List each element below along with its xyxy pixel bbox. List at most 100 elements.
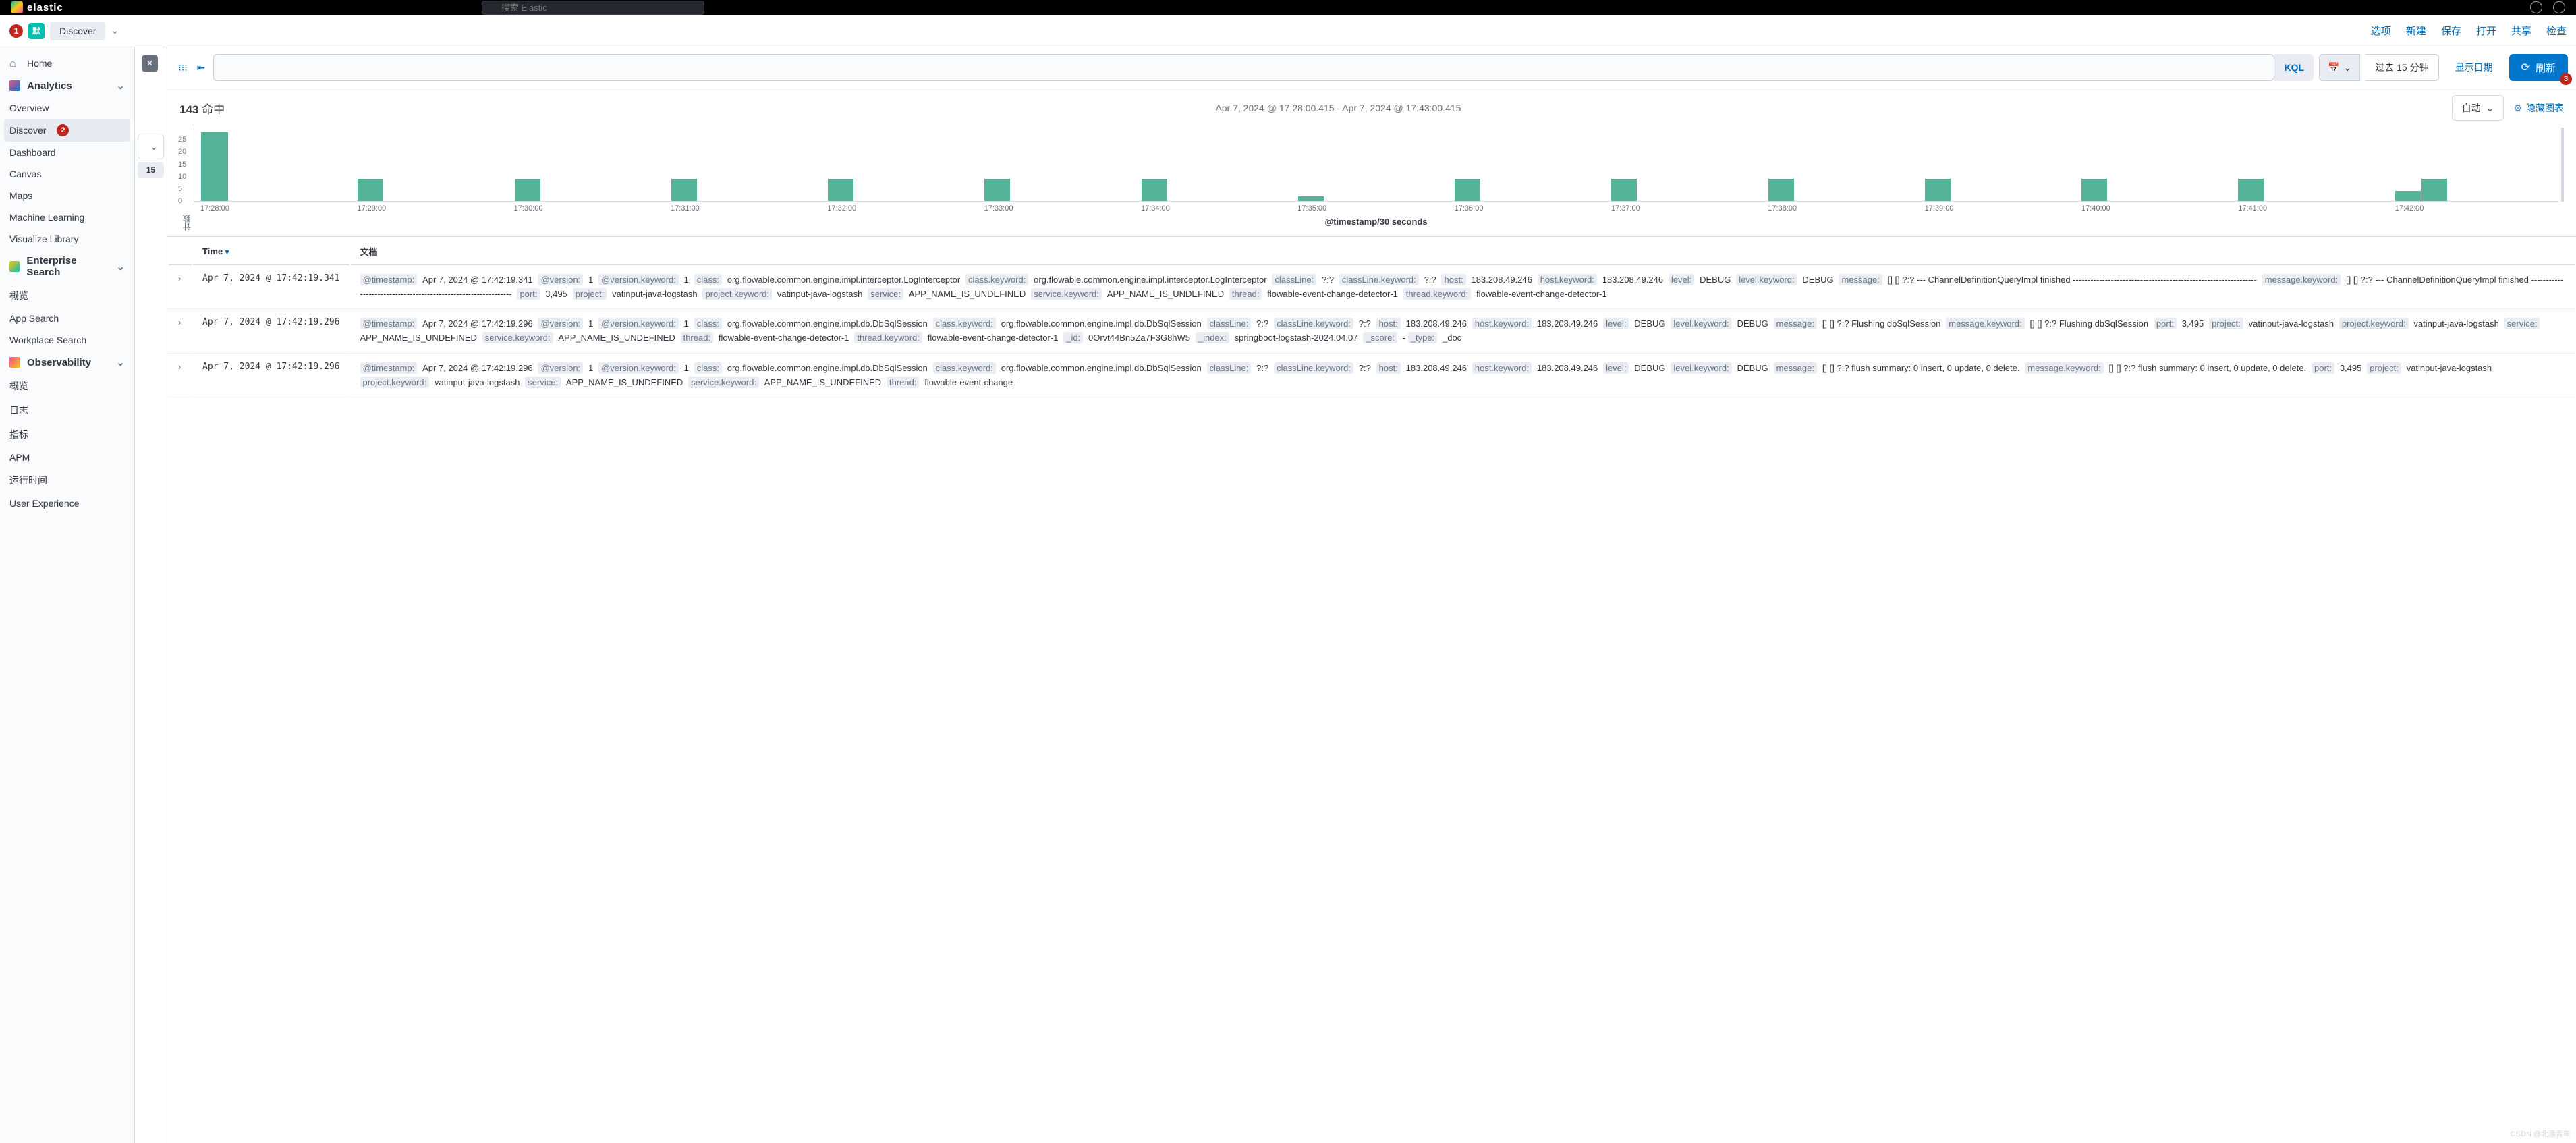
show-dates-link[interactable]: 显示日期: [2444, 61, 2504, 74]
sidebar-item-指标[interactable]: 指标: [0, 422, 134, 447]
breadcrumb-current[interactable]: Discover: [50, 22, 105, 40]
refresh-button[interactable]: 刷新 3: [2509, 54, 2568, 81]
hits-bar: 143 命中 Apr 7, 2024 @ 17:28:00.415 - Apr …: [167, 88, 2576, 128]
sort-desc-icon: ▾: [225, 248, 229, 256]
sidebar-item-概览[interactable]: 概览: [0, 374, 134, 398]
page-actions: 选项 新建 保存 打开 共享 检查: [2371, 24, 2567, 38]
refresh-label: 刷新: [2536, 61, 2556, 75]
action-保存[interactable]: 保存: [2441, 24, 2461, 38]
doc-cell: @timestamp: Apr 7, 2024 @ 17:42:19.296 @…: [351, 310, 2575, 353]
main-content: ⁝⁝⁝ ⇤ KQL 📅 ⌄ 过去 15 分钟 显示日期 刷新 3 143 命中 …: [167, 47, 2576, 1143]
x-tick: 17:39:00: [1925, 204, 2081, 213]
sidebar-item-workplace-search[interactable]: Workplace Search: [0, 329, 134, 351]
sidebar-item-discover[interactable]: Discover2: [4, 119, 130, 142]
chart-bar[interactable]: [2395, 191, 2421, 201]
time-cell: Apr 7, 2024 @ 17:42:19.296: [193, 355, 349, 397]
sidebar-item-maps[interactable]: Maps: [0, 185, 134, 206]
x-tick: 17:36:00: [1455, 204, 1611, 213]
chart-bar[interactable]: [1142, 179, 1167, 201]
sidebar-item-overview[interactable]: Overview: [0, 97, 134, 119]
sidebar-item-canvas[interactable]: Canvas: [0, 163, 134, 185]
global-search[interactable]: [482, 1, 704, 15]
topbar-right-icons: [2530, 1, 2565, 13]
x-tick: 17:41:00: [2238, 204, 2395, 213]
action-选项[interactable]: 选项: [2371, 24, 2391, 38]
section-head-analytics[interactable]: Analytics⌄: [0, 74, 134, 97]
chart-bar[interactable]: [358, 179, 383, 201]
collapse-arrow-icon[interactable]: ⇤: [197, 62, 205, 74]
chart-bar[interactable]: [2081, 179, 2107, 201]
section-head-enterprise-search[interactable]: Enterprise Search⌄: [0, 250, 134, 283]
table-row: ›Apr 7, 2024 @ 17:42:19.296@timestamp: A…: [169, 310, 2575, 353]
table-row: ›Apr 7, 2024 @ 17:42:19.341@timestamp: A…: [169, 267, 2575, 309]
space-avatar[interactable]: 默: [28, 23, 45, 39]
sidebar-item-日志[interactable]: 日志: [0, 398, 134, 422]
chart-plot-area[interactable]: 0510152025: [194, 128, 2558, 202]
chart-bar[interactable]: [828, 179, 853, 201]
watermark: CSDN @北漂青年: [2511, 1128, 2571, 1139]
chart-bar[interactable]: [1298, 196, 1324, 201]
sidebar-item-home[interactable]: Home: [0, 53, 134, 74]
chevron-down-icon: ⌄: [116, 80, 125, 92]
chart-bar[interactable]: [1455, 179, 1480, 201]
action-打开[interactable]: 打开: [2476, 24, 2496, 38]
chart-bar[interactable]: [984, 179, 1010, 201]
chart-bar[interactable]: [201, 132, 228, 201]
elastic-logo[interactable]: elastic: [11, 1, 63, 13]
x-axis-label: @timestamp/30 seconds: [194, 213, 2558, 231]
annotation-badge-2: 2: [57, 124, 69, 136]
hide-chart-link[interactable]: 隐藏图表: [2513, 101, 2564, 115]
expand-icon[interactable]: ›: [178, 362, 181, 372]
chart-bar[interactable]: [2421, 179, 2447, 201]
sidebar-item-apm[interactable]: APM: [0, 447, 134, 468]
y-tick: 20: [178, 148, 186, 156]
help-icon[interactable]: [2530, 1, 2542, 13]
expand-icon[interactable]: ›: [178, 273, 181, 283]
col-time[interactable]: Time ▾: [193, 238, 349, 265]
documents-table: Time ▾ 文档 ›Apr 7, 2024 @ 17:42:19.341@ti…: [167, 236, 2576, 399]
sidebar-item-运行时间[interactable]: 运行时间: [0, 468, 134, 493]
x-tick: 17:33:00: [984, 204, 1141, 213]
datepicker-button[interactable]: 📅 ⌄: [2319, 54, 2360, 81]
x-tick: 17:35:00: [1297, 204, 1454, 213]
x-tick: 17:30:00: [514, 204, 671, 213]
expand-icon[interactable]: ›: [178, 317, 181, 327]
user-avatar-icon[interactable]: [2553, 1, 2565, 13]
calendar-icon: 📅: [2328, 62, 2339, 74]
datepicker-range[interactable]: 过去 15 分钟: [2365, 54, 2438, 81]
x-tick: 17:34:00: [1141, 204, 1297, 213]
sidebar-item-visualize-library[interactable]: Visualize Library: [0, 228, 134, 250]
global-topbar: elastic: [0, 0, 2576, 15]
sidebar-item-概览[interactable]: 概览: [0, 283, 134, 308]
chart-bar[interactable]: [1768, 179, 1794, 201]
time-range-display: Apr 7, 2024 @ 17:28:00.415 - Apr 7, 2024…: [234, 103, 2442, 113]
annotation-badge-1: 1: [9, 24, 23, 38]
action-共享[interactable]: 共享: [2511, 24, 2531, 38]
sidebar-item-dashboard[interactable]: Dashboard: [0, 142, 134, 163]
section-icon: [9, 80, 20, 91]
chevron-down-icon[interactable]: ⌄: [111, 25, 119, 36]
close-icon[interactable]: [142, 55, 158, 72]
sidebar-item-machine-learning[interactable]: Machine Learning: [0, 206, 134, 228]
chevron-down-icon: ⌄: [116, 356, 125, 368]
sidebar-item-user-experience[interactable]: User Experience: [0, 493, 134, 514]
y-tick: 0: [178, 197, 182, 205]
sidebar-item-app-search[interactable]: App Search: [0, 308, 134, 329]
kql-input[interactable]: [213, 54, 2275, 81]
index-pattern-select[interactable]: [138, 134, 164, 159]
interval-select[interactable]: 自动 ⌄: [2452, 95, 2504, 121]
available-fields-count: 15: [138, 162, 164, 178]
search-input[interactable]: [482, 1, 704, 15]
chart-bar[interactable]: [1925, 179, 1951, 201]
section-head-observability[interactable]: Observability⌄: [0, 351, 134, 374]
chart-bar[interactable]: [671, 179, 697, 201]
chart-bar[interactable]: [515, 179, 540, 201]
chart-bar[interactable]: [2238, 179, 2264, 201]
chart-bar[interactable]: [1611, 179, 1637, 201]
action-新建[interactable]: 新建: [2406, 24, 2426, 38]
field-stats-icon[interactable]: ⁝⁝⁝: [175, 60, 190, 75]
col-doc[interactable]: 文档: [351, 238, 2575, 265]
hits-count: 143 命中: [179, 100, 225, 117]
kql-toggle[interactable]: KQL: [2274, 54, 2314, 81]
action-检查[interactable]: 检查: [2546, 24, 2567, 38]
